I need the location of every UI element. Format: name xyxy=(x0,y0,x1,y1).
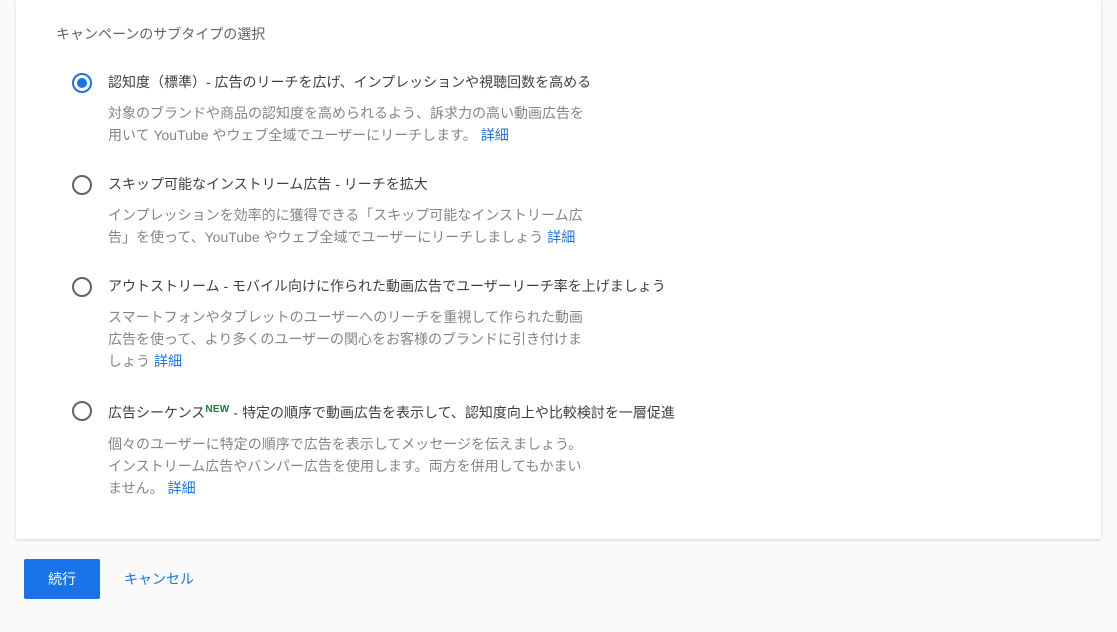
option-desc: 対象のブランドや商品の認知度を高められるよう、訴求力の高い動画広告を用いて Yo… xyxy=(108,102,588,146)
option-title: 認知度（標準）- 広告のリーチを広げ、インプレッションや視聴回数を高める xyxy=(108,72,1061,92)
option-body: スキップ可能なインストリーム広告 - リーチを拡大 インプレッションを効率的に獲… xyxy=(108,174,1061,248)
section-title: キャンペーンのサブタイプの選択 xyxy=(56,24,1061,44)
details-link[interactable]: 詳細 xyxy=(481,127,509,143)
option-desc-text: インプレッションを効率的に獲得できる「スキップ可能なインストリーム広告」を使って… xyxy=(108,207,583,245)
details-link[interactable]: 詳細 xyxy=(547,229,575,245)
option-title: アウトストリーム - モバイル向けに作られた動画広告でユーザーリーチ率を上げまし… xyxy=(108,276,1061,296)
option-title-post: - 特定の順序で動画広告を表示して、認知度向上や比較検討を一層促進 xyxy=(230,405,675,421)
details-link[interactable]: 詳細 xyxy=(154,353,182,369)
option-title-pre: 広告シーケンス xyxy=(108,405,205,421)
details-link[interactable]: 詳細 xyxy=(168,480,196,496)
option-title: スキップ可能なインストリーム広告 - リーチを拡大 xyxy=(108,174,1061,194)
radio-icon[interactable] xyxy=(72,277,92,297)
cancel-button[interactable]: キャンセル xyxy=(124,569,194,589)
radio-icon[interactable] xyxy=(72,175,92,195)
option-skippable[interactable]: スキップ可能なインストリーム広告 - リーチを拡大 インプレッションを効率的に獲… xyxy=(72,174,1061,248)
option-desc: 個々のユーザーに特定の順序で広告を表示してメッセージを伝えましょう。インストリー… xyxy=(108,433,588,499)
option-body: アウトストリーム - モバイル向けに作られた動画広告でユーザーリーチ率を上げまし… xyxy=(108,276,1061,372)
radio-icon[interactable] xyxy=(72,73,92,93)
option-desc: スマートフォンやタブレットのユーザーへのリーチを重視して作られた動画広告を使って… xyxy=(108,306,588,372)
option-body: 認知度（標準）- 広告のリーチを広げ、インプレッションや視聴回数を高める 対象の… xyxy=(108,72,1061,146)
option-desc: インプレッションを効率的に獲得できる「スキップ可能なインストリーム広告」を使って… xyxy=(108,204,588,248)
option-outstream[interactable]: アウトストリーム - モバイル向けに作られた動画広告でユーザーリーチ率を上げまし… xyxy=(72,276,1061,372)
option-awareness[interactable]: 認知度（標準）- 広告のリーチを広げ、インプレッションや視聴回数を高める 対象の… xyxy=(72,72,1061,146)
subtype-card: キャンペーンのサブタイプの選択 認知度（標準）- 広告のリーチを広げ、インプレッ… xyxy=(16,0,1101,539)
option-title: 広告シーケンスNEW - 特定の順序で動画広告を表示して、認知度向上や比較検討を… xyxy=(108,400,1061,423)
option-body: 広告シーケンスNEW - 特定の順序で動画広告を表示して、認知度向上や比較検討を… xyxy=(108,400,1061,499)
option-desc-text: 対象のブランドや商品の認知度を高められるよう、訴求力の高い動画広告を用いて Yo… xyxy=(108,105,584,143)
footer: 続行 キャンセル xyxy=(0,539,1117,619)
continue-button[interactable]: 続行 xyxy=(24,559,100,599)
new-badge: NEW xyxy=(205,404,229,415)
option-ad-sequence[interactable]: 広告シーケンスNEW - 特定の順序で動画広告を表示して、認知度向上や比較検討を… xyxy=(72,400,1061,499)
radio-icon[interactable] xyxy=(72,401,92,421)
